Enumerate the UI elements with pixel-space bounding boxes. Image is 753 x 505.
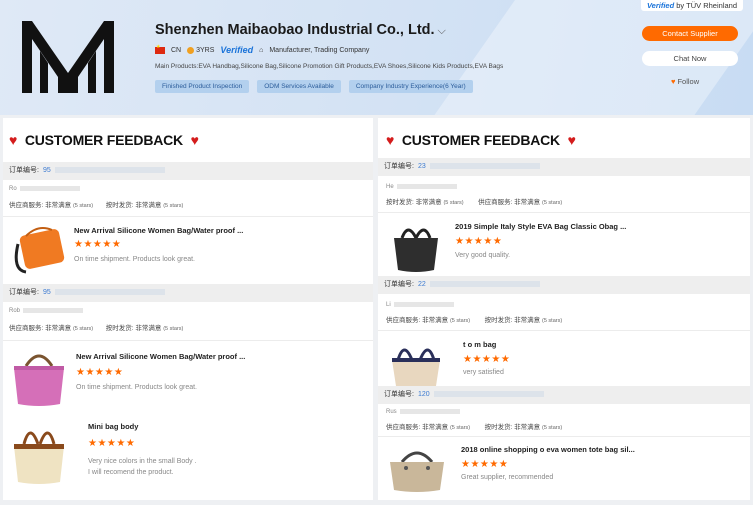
- rating-stars: ★★★★★: [74, 239, 122, 250]
- product-title[interactable]: New Arrival Silicone Women Bag/Water pro…: [76, 352, 245, 361]
- china-flag-icon: [155, 44, 165, 54]
- tag-experience[interactable]: Company Industry Experience(6 Year): [348, 80, 473, 93]
- order-number-bar: 订单编号: 23: [378, 158, 750, 176]
- company-name[interactable]: Shenzhen Maibaobao Industrial Co., Ltd. ⌵: [155, 22, 446, 38]
- rating-stars: ★★★★★: [88, 438, 136, 449]
- buyer-name: Li: [386, 302, 454, 308]
- divider: [378, 436, 750, 437]
- order-number-bar: 订单编号: 22: [378, 276, 750, 294]
- rating-row: 按时发货: 非常满意 (5 stars) 供应商服务: 非常满意 (5 star…: [386, 199, 563, 206]
- business-type: Manufacturer, Trading Company: [269, 46, 370, 54]
- rating-row: 供应商服务: 非常满意 (5 stars) 按时发货: 非常满意 (5 star…: [386, 424, 563, 431]
- feedback-comment: On time shipment. Products look great.: [74, 256, 195, 263]
- supplier-header: Shenzhen Maibaobao Industrial Co., Ltd. ⌵…: [0, 0, 753, 115]
- rating-stars: ★★★★★: [463, 354, 511, 365]
- divider: [378, 212, 750, 213]
- rating-row: 供应商服务: 非常满意 (5 stars) 按时发货: 非常满意 (5 star…: [9, 202, 184, 209]
- order-number-link[interactable]: 95: [43, 167, 51, 174]
- order-number-link[interactable]: 22: [418, 281, 426, 288]
- heart-icon: ♥: [567, 132, 576, 148]
- heart-icon: ♥: [190, 132, 199, 148]
- feedback-comment: very satisfied: [463, 369, 504, 376]
- panel-title: ♥ CUSTOMER FEEDBACK ♥: [386, 132, 576, 148]
- product-title[interactable]: 2018 online shopping o eva women tote ba…: [461, 445, 635, 454]
- product-title[interactable]: t o m bag: [463, 340, 496, 349]
- heart-icon: ♥: [9, 132, 18, 148]
- chevron-down-icon[interactable]: ⌵: [438, 25, 446, 37]
- order-number-link[interactable]: 23: [418, 163, 426, 170]
- product-image[interactable]: [8, 418, 70, 488]
- feedback-comment: On time shipment. Products look great.: [76, 384, 197, 391]
- heart-icon: ♥: [386, 132, 395, 148]
- years-badge: 3YRS: [187, 46, 214, 54]
- tuv-badge[interactable]: Verified by TÜV Rheinland: [640, 0, 743, 11]
- order-number-link[interactable]: 120: [418, 391, 430, 398]
- gold-supplier-icon: [187, 46, 195, 54]
- buyer-name: Ro: [9, 186, 80, 192]
- company-logo: [22, 21, 114, 93]
- rating-row: 供应商服务: 非常满意 (5 stars) 按时发货: 非常满意 (5 star…: [386, 317, 563, 324]
- feedback-comment: Very good quality.: [455, 252, 511, 259]
- divider: [3, 216, 373, 217]
- order-number-bar: 订单编号: 95: [3, 284, 373, 302]
- supplier-meta: CN 3YRS Verified ⌂ Manufacturer, Trading…: [155, 44, 370, 55]
- product-title[interactable]: Mini bag body: [88, 422, 138, 431]
- divider: [3, 340, 373, 341]
- product-image[interactable]: [8, 222, 66, 276]
- order-number-bar: 订单编号: 120: [378, 386, 750, 404]
- rating-stars: ★★★★★: [455, 236, 503, 247]
- feedback-comment: I will recomend the product.: [88, 469, 174, 476]
- product-title[interactable]: 2019 Simple Italy Style EVA Bag Classic …: [455, 222, 626, 231]
- feedback-panel-right: ♥ CUSTOMER FEEDBACK ♥ 订单编号: 23 He 按时发货: 非…: [378, 118, 750, 500]
- capability-tags: Finished Product Inspection ODM Services…: [155, 80, 473, 93]
- rating-stars: ★★★★★: [76, 367, 124, 378]
- buyer-name: He: [386, 184, 457, 190]
- tag-odm[interactable]: ODM Services Available: [257, 80, 341, 93]
- feedback-panel-left: ♥ CUSTOMER FEEDBACK ♥ 订单编号: 95 Ro 供应商服务: …: [3, 118, 373, 500]
- chat-now-button[interactable]: Chat Now: [642, 51, 738, 66]
- building-icon: ⌂: [259, 46, 264, 54]
- verified-badge[interactable]: Verified: [220, 45, 253, 55]
- country-code: CN: [171, 46, 182, 54]
- product-title[interactable]: New Arrival Silicone Women Bag/Water pro…: [74, 226, 243, 235]
- follow-button[interactable]: ♥ Follow: [671, 77, 699, 86]
- product-image[interactable]: [8, 344, 70, 410]
- tag-inspection[interactable]: Finished Product Inspection: [155, 80, 250, 93]
- contact-supplier-button[interactable]: Contact Supplier: [642, 26, 738, 41]
- product-image[interactable]: [386, 218, 446, 274]
- main-products: Main Products:EVA Handbag,Silicone Bag,S…: [155, 63, 504, 70]
- order-number-bar: 订单编号: 95: [3, 162, 373, 180]
- buyer-name: Rus: [386, 409, 460, 415]
- divider: [378, 330, 750, 331]
- feedback-comment: Very nice colors in the small Body .: [88, 458, 197, 465]
- product-image[interactable]: [386, 442, 448, 494]
- rating-row: 供应商服务: 非常满意 (5 stars) 按时发货: 非常满意 (5 star…: [9, 325, 184, 332]
- buyer-name: Rob: [9, 308, 84, 314]
- order-number-link[interactable]: 95: [43, 289, 51, 296]
- heart-icon: ♥: [671, 77, 676, 86]
- feedback-comment: Great supplier, recommended: [461, 474, 554, 481]
- product-image[interactable]: [386, 338, 446, 390]
- panel-title: ♥ CUSTOMER FEEDBACK ♥: [9, 132, 199, 148]
- rating-stars: ★★★★★: [461, 459, 509, 470]
